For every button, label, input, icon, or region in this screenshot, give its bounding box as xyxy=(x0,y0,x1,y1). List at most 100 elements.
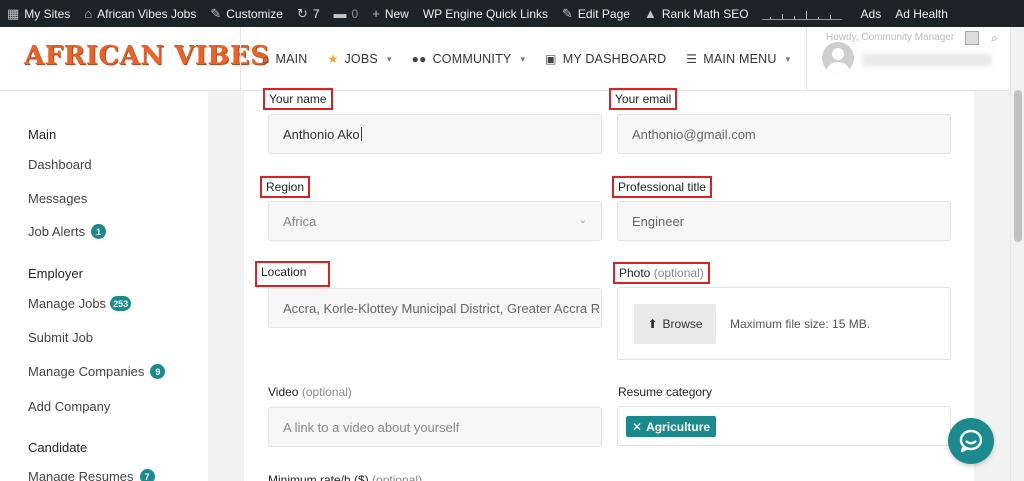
sidebar-item-manage-jobs[interactable]: Manage Jobs 253 xyxy=(28,296,132,311)
location-input[interactable]: Accra, Korle-Klottey Municipal District,… xyxy=(268,288,602,328)
photo-label: Photo (optional) xyxy=(613,262,710,284)
professional-title-label: Professional title xyxy=(612,176,713,198)
video-input[interactable]: A link to a video about yourself xyxy=(268,407,602,447)
user-avatar[interactable] xyxy=(822,42,854,74)
sidebar-item-manage-resumes[interactable]: Manage Resumes 7 xyxy=(28,469,155,481)
count-badge: 1 xyxy=(91,224,107,239)
scrollbar-thumb[interactable] xyxy=(1014,90,1022,242)
sidebar-item-label: Messages xyxy=(28,191,88,206)
text-cursor xyxy=(360,127,362,141)
browse-label: Browse xyxy=(662,317,703,331)
list-icon: ☰ xyxy=(686,52,698,66)
edit-page-link[interactable]: ✎ Edit Page xyxy=(555,0,637,27)
my-sites-menu[interactable]: ▦ My Sites xyxy=(0,0,77,27)
sidebar-item-dashboard[interactable]: Dashboard xyxy=(28,157,92,172)
sidebar-item-job-alerts[interactable]: Job Alerts 1 xyxy=(28,224,107,239)
divider xyxy=(240,27,241,91)
edit-page-label: Edit Page xyxy=(577,6,630,21)
count-badge: 7 xyxy=(139,469,155,481)
video-label: Video (optional) xyxy=(264,383,356,401)
sidebar-item-add-company[interactable]: Add Company xyxy=(28,399,110,414)
divider xyxy=(806,27,807,91)
comments-link[interactable]: ▬ 0 xyxy=(327,0,366,27)
nav-main-menu[interactable]: ☰ MAIN MENU ▾ xyxy=(686,52,790,66)
sidebar-item-submit-job[interactable]: Submit Job xyxy=(28,330,93,345)
sidebar-item-label: Job Alerts xyxy=(28,224,86,239)
name-input[interactable]: Anthonio Ako xyxy=(268,114,602,154)
min-rate-label-text: Minimum rate/h ($) xyxy=(268,473,369,481)
main-nav: ⌂ MAIN ★ JOBS ▾ ●● COMMUNITY ▾ ▣ MY DASH… xyxy=(262,27,790,91)
sidebar-heading-employer: Employer xyxy=(28,266,83,281)
sites-icon: ▦ xyxy=(7,5,20,21)
region-select[interactable]: Africa ⌄ xyxy=(268,201,602,241)
plus-icon: + xyxy=(372,6,380,21)
my-sites-label: My Sites xyxy=(24,6,71,21)
refresh-icon: ↻ xyxy=(296,5,308,21)
ad-health-menu[interactable]: Ad Health xyxy=(888,0,955,27)
email-value: Anthonio@gmail.com xyxy=(632,126,756,142)
customize-link[interactable]: ✎ Customize xyxy=(203,0,290,27)
wp-engine-menu[interactable]: WP Engine Quick Links xyxy=(416,0,555,27)
rank-math-menu[interactable]: ▲ Rank Math SEO xyxy=(637,0,756,27)
ad-health-label: Ad Health xyxy=(895,6,948,21)
nav-main-menu-label: MAIN MENU xyxy=(703,52,777,66)
updates-count: 7 xyxy=(312,6,320,21)
email-input[interactable]: Anthonio@gmail.com xyxy=(617,114,951,154)
chevron-down-icon: ⌄ xyxy=(578,215,587,226)
nav-main[interactable]: ⌂ MAIN xyxy=(262,52,308,66)
location-label: Location xyxy=(255,261,330,287)
chevron-down-icon: ▾ xyxy=(785,53,791,64)
nav-jobs-label: JOBS xyxy=(344,52,378,66)
sidebar-item-label: Submit Job xyxy=(28,330,94,345)
professional-title-value: Engineer xyxy=(632,213,685,229)
brush-icon: ✎ xyxy=(210,5,222,21)
wp-engine-label: WP Engine Quick Links xyxy=(422,6,548,21)
sidebar-item-messages[interactable]: Messages xyxy=(28,191,87,206)
email-label: Your email xyxy=(609,88,678,110)
new-label: New xyxy=(384,6,409,21)
count-badge: 9 xyxy=(150,364,166,379)
ads-menu[interactable]: Ads xyxy=(854,0,889,27)
chevron-down-icon: ▾ xyxy=(386,53,392,64)
site-name-menu[interactable]: ⌂ African Vibes Jobs xyxy=(77,0,203,27)
region-value: Africa xyxy=(283,213,317,229)
resume-category-select[interactable]: ✕ Agriculture xyxy=(617,406,951,446)
close-icon[interactable]: ✕ xyxy=(632,420,642,434)
sidebar-item-manage-companies[interactable]: Manage Companies 9 xyxy=(28,364,166,379)
howdy-avatar[interactable] xyxy=(965,31,979,45)
nav-main-label: MAIN xyxy=(275,52,308,66)
comment-icon: ▬ xyxy=(333,6,347,21)
nav-jobs[interactable]: ★ JOBS ▾ xyxy=(328,52,392,66)
min-rate-label: Minimum rate/h ($) (optional) xyxy=(264,471,426,481)
site-logo[interactable]: AFRICAN VIBES xyxy=(24,41,270,71)
upload-icon: ⬆ xyxy=(647,317,658,331)
name-value: Anthonio Ako xyxy=(283,126,360,142)
users-icon: ●● xyxy=(411,52,427,66)
sidebar-item-label: Manage Companies xyxy=(28,364,145,379)
rank-math-icon: ▲ xyxy=(643,6,657,21)
photo-upload-area: ⬆ Browse Maximum file size: 15 MB. xyxy=(617,287,951,360)
chat-button[interactable] xyxy=(948,418,994,464)
professional-title-input[interactable]: Engineer xyxy=(617,201,951,241)
resume-category-label: Resume category xyxy=(618,385,713,399)
photo-label-text: Photo xyxy=(619,266,651,280)
sidebar-item-label: Dashboard xyxy=(28,157,92,172)
new-content-menu[interactable]: + New xyxy=(365,0,416,27)
admin-bar: ▦ My Sites ⌂ African Vibes Jobs ✎ Custom… xyxy=(0,0,1024,27)
stats-sparkline[interactable] xyxy=(761,8,842,20)
category-tag[interactable]: ✕ Agriculture xyxy=(626,416,717,437)
howdy-text[interactable]: Howdy, Community Manager xyxy=(826,32,954,43)
nav-community[interactable]: ●● COMMUNITY ▾ xyxy=(412,52,526,66)
sidebar-heading-candidate: Candidate xyxy=(28,440,88,455)
blurred-username xyxy=(862,54,992,66)
browse-button[interactable]: ⬆ Browse xyxy=(634,304,716,344)
location-value: Accra, Korle-Klottey Municipal District,… xyxy=(283,300,601,316)
video-placeholder: A link to a video about yourself xyxy=(283,419,460,435)
page-scrollbar[interactable] xyxy=(1010,27,1024,481)
count-badge: 253 xyxy=(110,296,132,311)
updates-link[interactable]: ↻ 7 xyxy=(290,0,327,27)
sidebar-item-label: Add Company xyxy=(28,399,111,414)
nav-my-dashboard[interactable]: ▣ MY DASHBOARD xyxy=(545,52,666,66)
search-icon[interactable]: ⌕ xyxy=(991,31,998,46)
ads-label: Ads xyxy=(860,6,882,21)
